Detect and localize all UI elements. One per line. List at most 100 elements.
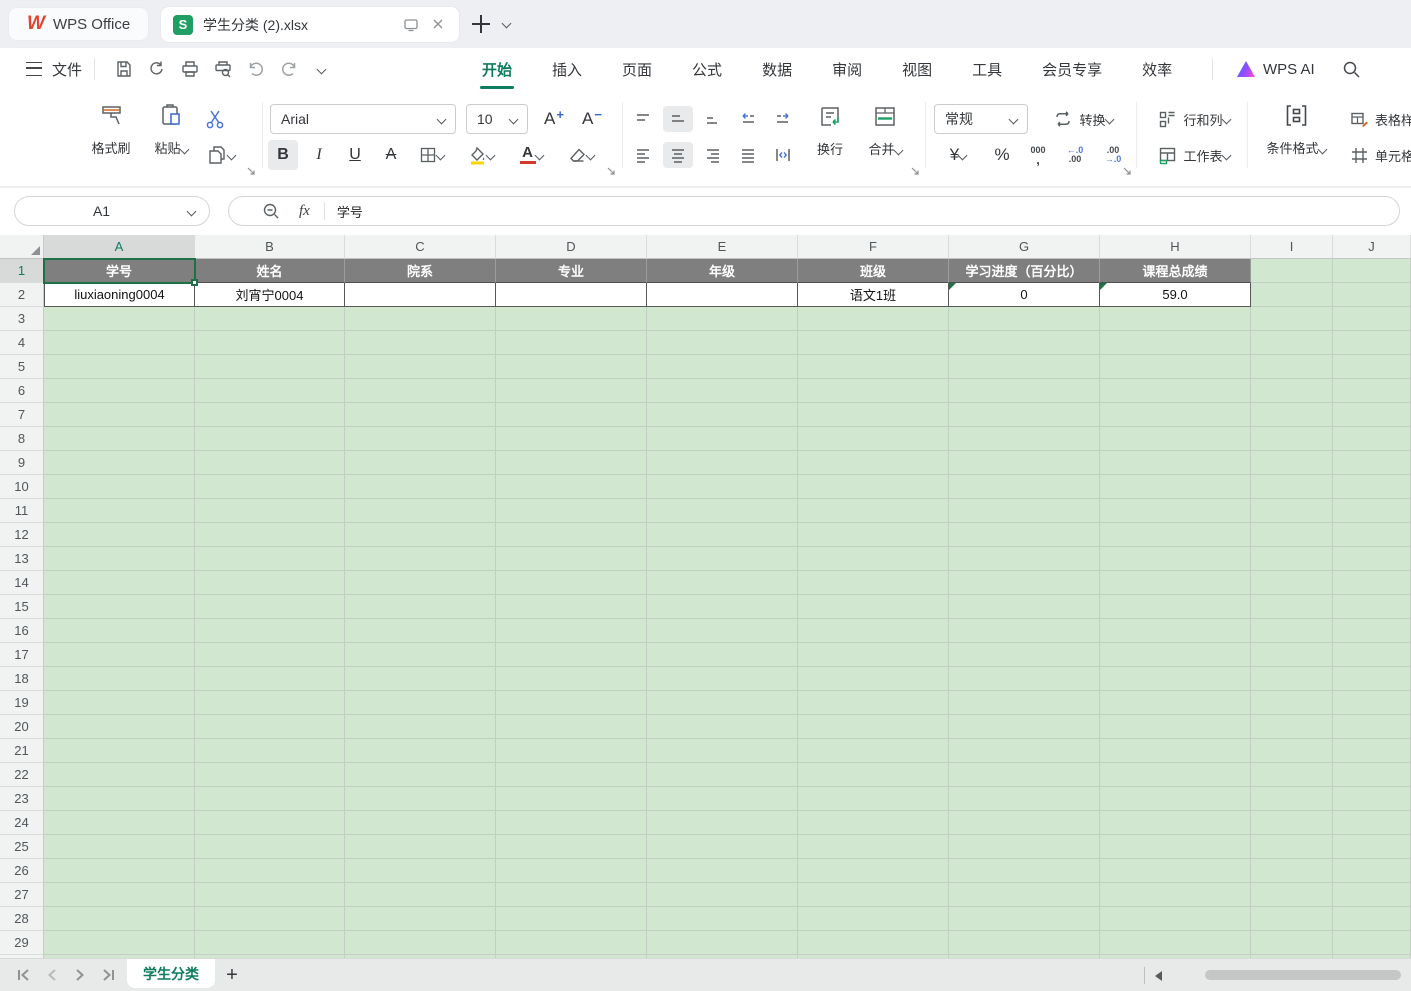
cell-A19[interactable] [44,691,195,715]
cell-F1[interactable]: 班级 [798,259,949,283]
cell-F9[interactable] [798,451,949,475]
cell-C24[interactable] [345,811,496,835]
cell-J24[interactable] [1333,811,1411,835]
row-header-12[interactable]: 12 [0,523,44,547]
column-header-D[interactable]: D [496,235,647,259]
cell-A26[interactable] [44,859,195,883]
column-header-G[interactable]: G [949,235,1100,259]
cell-C7[interactable] [345,403,496,427]
cell-A9[interactable] [44,451,195,475]
cell-C27[interactable] [345,883,496,907]
row-header-8[interactable]: 8 [0,427,44,451]
cell-D20[interactable] [496,715,647,739]
cell-A18[interactable] [44,667,195,691]
row-header-27[interactable]: 27 [0,883,44,907]
cell-F5[interactable] [798,355,949,379]
cell-H25[interactable] [1100,835,1251,859]
menu-tab-工具[interactable]: 工具 [972,59,1002,80]
cell-J1[interactable] [1333,259,1411,283]
cell-B25[interactable] [195,835,345,859]
row-header-13[interactable]: 13 [0,547,44,571]
convert-button[interactable]: 转换 [1038,104,1128,134]
cell-J27[interactable] [1333,883,1411,907]
cell-F6[interactable] [798,379,949,403]
cell-B29[interactable] [195,931,345,955]
cell-B23[interactable] [195,787,345,811]
cell-H3[interactable] [1100,307,1251,331]
cut-button[interactable] [200,104,230,134]
cell-E29[interactable] [647,931,798,955]
cell-F13[interactable] [798,547,949,571]
currency-format-button[interactable]: ¥ [938,140,978,170]
cell-D2[interactable] [496,283,647,307]
cell-I17[interactable] [1251,643,1333,667]
cell-I29[interactable] [1251,931,1333,955]
cell-I25[interactable] [1251,835,1333,859]
cell-E11[interactable] [647,499,798,523]
cell-B2[interactable]: 刘宵宁0004 [195,283,345,307]
cell-C11[interactable] [345,499,496,523]
cell-E26[interactable] [647,859,798,883]
cell-C23[interactable] [345,787,496,811]
cell-A17[interactable] [44,643,195,667]
font-color-button[interactable]: A [510,140,552,170]
cell-D10[interactable] [496,475,647,499]
cell-F29[interactable] [798,931,949,955]
row-header-15[interactable]: 15 [0,595,44,619]
cell-F28[interactable] [798,907,949,931]
cell-H21[interactable] [1100,739,1251,763]
row-header-16[interactable]: 16 [0,619,44,643]
cell-E15[interactable] [647,595,798,619]
cell-G4[interactable] [949,331,1100,355]
cell-J21[interactable] [1333,739,1411,763]
cell-H7[interactable] [1100,403,1251,427]
cell-F27[interactable] [798,883,949,907]
rows-columns-button[interactable]: 行和列 [1146,104,1242,134]
row-header-24[interactable]: 24 [0,811,44,835]
cell-H6[interactable] [1100,379,1251,403]
cell-H11[interactable] [1100,499,1251,523]
cell-E13[interactable] [647,547,798,571]
cell-F25[interactable] [798,835,949,859]
align-middle-button[interactable] [663,106,693,132]
cell-G12[interactable] [949,523,1100,547]
cell-B9[interactable] [195,451,345,475]
cell-J15[interactable] [1333,595,1411,619]
cell-A8[interactable] [44,427,195,451]
cell-E24[interactable] [647,811,798,835]
shrink-font-button[interactable]: A − [576,106,608,132]
cell-G15[interactable] [949,595,1100,619]
cell-E23[interactable] [647,787,798,811]
menu-tab-页面[interactable]: 页面 [622,59,652,80]
cell-G28[interactable] [949,907,1100,931]
cell-A25[interactable] [44,835,195,859]
cell-H13[interactable] [1100,547,1251,571]
column-header-B[interactable]: B [195,235,345,259]
copy-button[interactable] [198,140,242,170]
cell-D23[interactable] [496,787,647,811]
cell-A20[interactable] [44,715,195,739]
cell-F8[interactable] [798,427,949,451]
row-header-5[interactable]: 5 [0,355,44,379]
format-painter-button[interactable]: 格式刷 [88,102,134,157]
cell-E25[interactable] [647,835,798,859]
menu-tab-效率[interactable]: 效率 [1142,59,1172,80]
export-icon[interactable] [145,57,169,81]
cell-C20[interactable] [345,715,496,739]
cell-F2[interactable]: 语文1班 [798,283,949,307]
merge-cells-button[interactable]: 合并 [860,104,910,158]
cell-F7[interactable] [798,403,949,427]
cell-D21[interactable] [496,739,647,763]
cell-G27[interactable] [949,883,1100,907]
cell-H28[interactable] [1100,907,1251,931]
cell-F22[interactable] [798,763,949,787]
print-preview-button[interactable] [211,57,235,81]
cell-I26[interactable] [1251,859,1333,883]
cell-E12[interactable] [647,523,798,547]
cell-D29[interactable] [496,931,647,955]
bold-button[interactable]: B [268,140,298,170]
cell-A6[interactable] [44,379,195,403]
row-header-25[interactable]: 25 [0,835,44,859]
cell-I14[interactable] [1251,571,1333,595]
cell-G26[interactable] [949,859,1100,883]
